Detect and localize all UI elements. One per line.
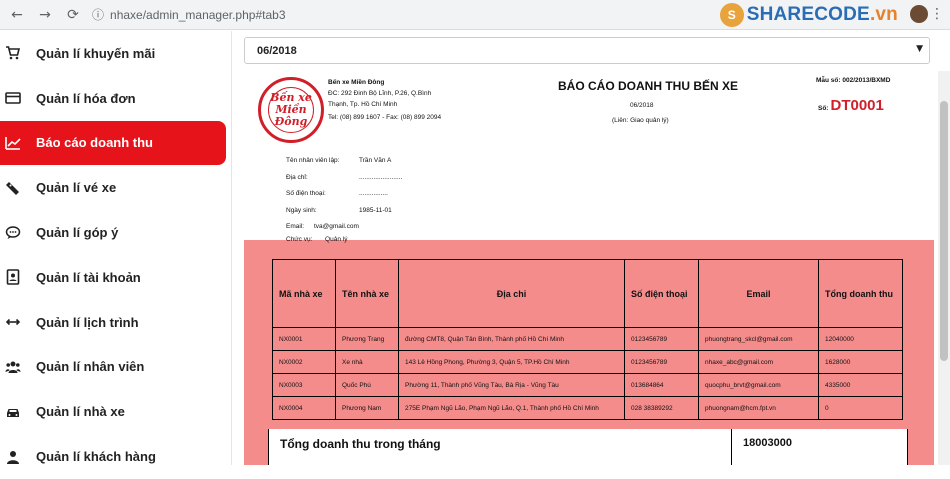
employee-row: Địa chỉ:........................ (286, 173, 403, 181)
employee-row: Tên nhân viên lập: Trần Văn A (286, 157, 392, 164)
sidebar-item-invoices[interactable]: Quản lí hóa đơn (0, 76, 231, 121)
browser-toolbar: ← → ⟳ ⓘ nhaxe/admin_manager.php#tab3 S S… (0, 0, 950, 30)
employee-info: Tên nhân viên lập: Trần Văn A Địa chỉ:...… (286, 157, 402, 240)
column-header: Email (698, 259, 819, 328)
logo-main-text: SHARECODE (746, 4, 870, 25)
sidebar-item-label: Quản lí vé xe (36, 180, 117, 196)
employee-row: Ngày sinh: 1985-11-01 (286, 206, 392, 214)
sidebar-item-label: Quản lí khuyến mãi (36, 45, 156, 61)
forward-icon[interactable]: → (34, 4, 56, 26)
sidebar: Quản lí khuyến mãi Quản lí hóa đơn Báo c… (0, 31, 232, 465)
position-value: Quản lý (325, 236, 348, 243)
sidebar-item-promotions[interactable]: Quản lí khuyến mãi (0, 31, 231, 76)
company-seal: Bến xe Miền Đông (258, 77, 324, 143)
column-header: Mã nhà xe (272, 259, 336, 328)
reload-icon[interactable]: ⟳ (62, 4, 84, 26)
url-text: nhaxe/admin_manager.php#tab3 (110, 7, 286, 22)
comment-icon (4, 224, 22, 242)
sidebar-item-revenue-report[interactable]: Báo cáo doanh thu (0, 120, 226, 166)
logo-tld-text: .vn (869, 4, 898, 25)
credit-card-icon (4, 89, 22, 107)
car-icon (4, 403, 22, 421)
position-label: Chức vụ: (286, 236, 313, 243)
revenue-report: Bến xe Miền Đông Bến xe Miền Đông ĐC: 29… (244, 71, 934, 465)
position-info: Chức vụ: Quản lý (286, 236, 347, 243)
report-number-value: DT0001 (830, 97, 884, 114)
sidebar-item-label: Quản lí tài khoản (36, 269, 141, 285)
address-bar[interactable]: ⓘ nhaxe/admin_manager.php#tab3 (92, 4, 286, 26)
report-number: Số: DT0001 (818, 97, 884, 114)
form-number: Mẫu số: 002/2013/BXMD (816, 77, 891, 84)
scrollbar[interactable] (938, 71, 950, 465)
sidebar-item-schedules[interactable]: Quản lí lịch trình (0, 300, 231, 345)
sharecode-badge-icon: S (719, 3, 744, 27)
line-chart-icon (4, 134, 22, 152)
column-header: Số điện thoại (624, 259, 699, 328)
report-copy-note: (Liên: Giao quản lý) (612, 117, 669, 124)
sidebar-item-bus-companies[interactable]: Quản lí nhà xe (0, 389, 231, 434)
sidebar-item-label: Quản lí lịch trình (36, 314, 139, 330)
company-name: Bến xe Miền Đông (328, 79, 385, 86)
report-month: 06/2018 (630, 102, 654, 109)
employee-row: Số điện thoại:................ (286, 190, 388, 197)
column-header: Tên nhà xe (335, 259, 399, 328)
grand-total-label: Tổng doanh thu trong tháng (280, 437, 441, 451)
sidebar-item-staff[interactable]: Quản lí nhân viên (0, 345, 231, 390)
sidebar-item-label: Quản lí nhân viên (36, 359, 145, 375)
table-row: NX0002 Xe nhà 143 Lê Hồng Phong, Phường … (272, 350, 903, 374)
report-header: Bến xe Miền Đông Bến xe Miền Đông ĐC: 29… (244, 71, 934, 241)
company-address-line-1: ĐC: 292 Đinh Bộ Lĩnh, P.26, Q.Bình (328, 90, 432, 97)
month-select[interactable]: 06/2018 ▼ (244, 37, 930, 64)
table-header-row: Mã nhà xe Tên nhà xe Địa chỉ Số điện tho… (272, 259, 903, 328)
month-select-value: 06/2018 (257, 44, 297, 57)
table-row: NX0003 Quốc Phú Phường 11, Thành phố Vũn… (272, 373, 903, 397)
table-row: NX0001 Phương Trang đường CMT8, Quận Tân… (272, 327, 903, 351)
avatar[interactable] (910, 5, 928, 23)
chevron-down-icon: ▼ (916, 44, 923, 54)
sharecode-logo: S SHARECODE.vn (719, 3, 898, 27)
main-content: 06/2018 ▼ Bến xe Miền Đông Bến xe Miền Đ… (232, 31, 950, 465)
sidebar-item-label: Báo cáo doanh thu (36, 135, 153, 151)
company-address-line-2: Thạnh, Tp. Hồ Chí Minh (328, 101, 398, 108)
arrows-horizontal-icon (4, 313, 22, 331)
column-header: Địa chỉ (398, 259, 625, 328)
back-icon[interactable]: ← (6, 4, 28, 26)
seal-text: Bến xe Miền Đông (268, 87, 314, 133)
sidebar-item-tickets[interactable]: Quản lí vé xe (0, 165, 231, 210)
sidebar-item-label: Quản lí góp ý (36, 225, 119, 241)
sidebar-item-label: Quản lí nhà xe (36, 404, 125, 420)
sidebar-item-label: Quản lí khách hàng (36, 449, 156, 465)
sidebar-item-label: Quản lí hóa đơn (36, 90, 136, 106)
users-icon (4, 358, 22, 376)
sidebar-item-accounts[interactable]: Quản lí tài khoản (0, 255, 231, 300)
sidebar-item-feedback[interactable]: Quản lí góp ý (0, 210, 231, 255)
cart-icon (4, 44, 22, 62)
table-row: NX0004 Phương Nam 275E Phạm Ngũ Lão, Phạ… (272, 396, 903, 420)
user-icon (4, 448, 22, 466)
column-header: Tổng doanh thu (818, 259, 903, 328)
id-card-icon (4, 268, 22, 286)
menu-kebab-icon[interactable]: ⋮ (930, 6, 944, 22)
company-phone: Tel: (08) 899 1607 - Fax: (08) 899 2094 (328, 114, 442, 121)
sidebar-item-customers[interactable]: Quản lí khách hàng (0, 434, 231, 479)
grand-total-value: 18003000 (743, 437, 792, 449)
grand-total-row: Tổng doanh thu trong tháng 18003000 (268, 429, 908, 465)
report-number-label: Số: (818, 105, 829, 112)
ticket-icon (4, 179, 22, 197)
report-title: BÁO CÁO DOANH THU BẾN XE (558, 79, 739, 93)
info-icon: ⓘ (92, 8, 105, 22)
scrollbar-thumb[interactable] (940, 101, 948, 361)
company-info: Bến xe Miền Đông ĐC: 292 Đinh Bộ Lĩnh, P… (328, 77, 498, 123)
revenue-table: Mã nhà xe Tên nhà xe Địa chỉ Số điện tho… (272, 259, 903, 420)
